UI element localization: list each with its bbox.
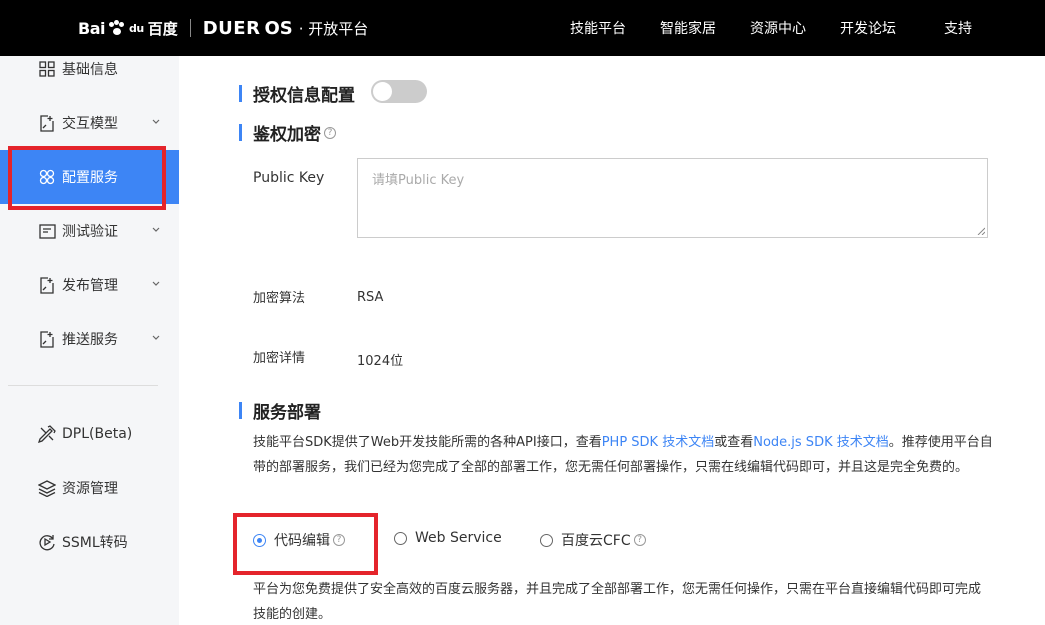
sidebar-item-label: 发布管理 <box>62 278 118 294</box>
auth-config-toggle[interactable] <box>371 80 427 103</box>
sync-play-icon <box>38 533 56 551</box>
sidebar-item-ssml[interactable]: SSML转码 <box>0 515 179 569</box>
radio-label: Web Service <box>415 530 502 546</box>
radio-baidu-cfc[interactable]: 百度云CFC ? <box>540 530 646 550</box>
baidu-paw-icon <box>108 20 125 36</box>
sidebar-item-resource-mgmt[interactable]: 资源管理 <box>0 461 179 515</box>
resize-grip-icon[interactable] <box>977 227 985 235</box>
radio-label: 百度云CFC <box>561 533 631 549</box>
doc-plus-icon <box>38 114 56 132</box>
nav-resource-center[interactable]: 资源中心 <box>750 18 806 38</box>
logo-duer-text: DUER <box>202 17 261 39</box>
section-accent-bar <box>239 402 242 419</box>
detail-value: 1024位 <box>357 354 404 369</box>
sidebar-item-basic-info[interactable]: 基础信息 <box>0 42 179 96</box>
sidebar-item-interaction-model[interactable]: 交互模型 <box>0 96 179 150</box>
section-title-encrypt: 鉴权加密 ? <box>239 120 336 145</box>
section-title-deploy: 服务部署 <box>239 398 321 423</box>
sidebar-item-dpl[interactable]: DPL(Beta) <box>0 407 179 461</box>
php-sdk-doc-link[interactable]: PHP SDK 技术文档 <box>602 435 715 450</box>
node-sdk-doc-link[interactable]: Node.js SDK 技术文档 <box>753 435 889 450</box>
logo-os-text: OS <box>264 17 293 39</box>
tools-icon <box>38 425 56 443</box>
terminal-icon <box>38 222 56 240</box>
chevron-down-icon <box>152 281 160 286</box>
highlight-box-code-editor <box>233 513 378 575</box>
radio-circle <box>394 531 407 545</box>
algo-label: 加密算法 <box>253 291 306 306</box>
auth-title-text: 授权信息配置 <box>253 86 355 106</box>
algo-value: RSA <box>357 290 384 305</box>
duer-os-logo[interactable]: Bai du 百度 DUER OS · 开放平台 <box>78 16 368 40</box>
toggle-knob <box>373 82 392 101</box>
section-accent-bar <box>239 124 242 141</box>
radio-circle <box>540 533 553 547</box>
detail-label: 加密详情 <box>253 351 306 366</box>
help-icon[interactable]: ? <box>324 126 336 139</box>
radio-web-service[interactable]: Web Service <box>394 530 502 546</box>
sidebar-item-release-mgmt[interactable]: 发布管理 <box>0 258 179 312</box>
deploy-description: 技能平台SDK提供了Web开发技能所需的各种API接口，查看PHP SDK 技术… <box>253 430 993 480</box>
sidebar-item-label: 资源管理 <box>62 481 118 497</box>
highlight-box-config-service <box>8 146 166 210</box>
sidebar-item-push-service[interactable]: 推送服务 <box>0 312 179 366</box>
public-key-placeholder: 请填Public Key <box>372 173 465 188</box>
sidebar-item-test-verify[interactable]: 测试验证 <box>0 204 179 258</box>
logo-divider <box>189 19 191 37</box>
doc-plus-icon <box>38 330 56 348</box>
sidebar-item-label: 交互模型 <box>62 116 118 132</box>
grid-icon <box>38 60 56 78</box>
sidebar-divider <box>8 385 158 386</box>
chevron-down-icon <box>152 119 160 124</box>
doc-plus-icon <box>38 276 56 294</box>
sidebar: 基础信息 交互模型 配置服务 测试验证 发布管理 推送服务 DPL(Beta) … <box>0 56 179 625</box>
section-title-auth: 授权信息配置 <box>239 81 355 106</box>
public-key-input[interactable]: 请填Public Key <box>357 158 988 238</box>
nav-skill-platform[interactable]: 技能平台 <box>570 18 626 38</box>
deploy-footer-text: 平台为您免费提供了安全高效的百度云服务器，并且完成了全部部署工作，您无需任何操作… <box>253 582 982 622</box>
logo-platform-text: · 开放平台 <box>298 19 369 38</box>
encrypt-title-text: 鉴权加密 <box>253 125 321 145</box>
sidebar-item-label: 基础信息 <box>62 62 118 78</box>
sidebar-item-label: SSML转码 <box>62 535 128 551</box>
sidebar-item-label: DPL(Beta) <box>62 426 133 442</box>
nav-support[interactable]: 支持 <box>944 18 972 38</box>
public-key-label: Public Key <box>253 170 325 186</box>
section-accent-bar <box>239 85 242 102</box>
nav-dev-forum[interactable]: 开发论坛 <box>840 18 896 38</box>
help-icon[interactable]: ? <box>633 534 646 546</box>
deploy-title-text: 服务部署 <box>253 403 321 423</box>
layers-icon <box>38 479 56 497</box>
chevron-down-icon <box>152 227 160 232</box>
chevron-down-icon <box>152 335 160 340</box>
sidebar-item-label: 测试验证 <box>62 224 118 240</box>
sidebar-item-label: 推送服务 <box>62 332 118 348</box>
nav-smart-home[interactable]: 智能家居 <box>660 18 716 38</box>
logo-baidu-cn-text: 百度 <box>147 19 178 38</box>
deploy-text-1: 技能平台SDK提供了Web开发技能所需的各种API接口，查看 <box>253 435 602 450</box>
deploy-text-2: 或查看 <box>714 435 754 450</box>
logo-du-text: du <box>128 21 144 35</box>
logo-bai-text: Bai <box>78 18 105 38</box>
